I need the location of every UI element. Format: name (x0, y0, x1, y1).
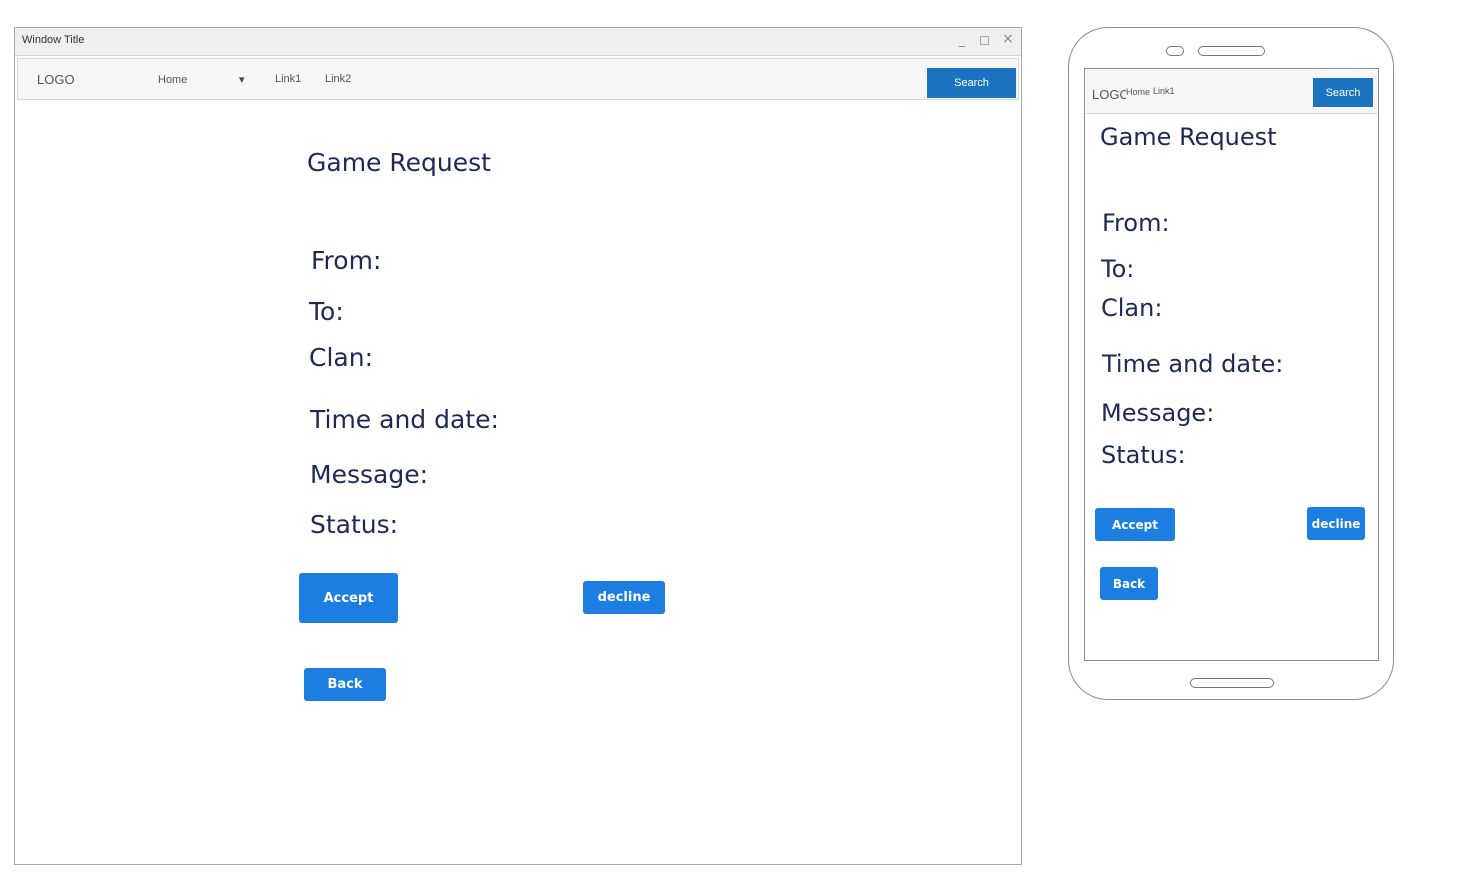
nav-link2[interactable]: Link2 (325, 73, 351, 85)
back-button[interactable]: Back (304, 668, 386, 701)
nav-link1[interactable]: Link1 (275, 73, 301, 85)
status-label: Status: (310, 510, 399, 539)
phone-device: LOGO Home Link1 Search Game Request From… (1068, 27, 1394, 700)
nav-home[interactable]: Home (158, 74, 187, 86)
title-bar: Window Title _ ☐ × (15, 28, 1021, 56)
mobile-time-date-label: Time and date: (1102, 350, 1284, 378)
mobile-from-label: From: (1102, 209, 1170, 237)
page-title: Game Request (307, 148, 491, 177)
mobile-decline-button[interactable]: decline (1307, 507, 1365, 540)
from-label: From: (311, 246, 382, 275)
mobile-page-title: Game Request (1100, 123, 1277, 151)
nav-bar: LOGO Home ▾ Link1 Link2 Search (17, 58, 1019, 100)
window-title: Window Title (22, 34, 85, 46)
search-button[interactable]: Search (927, 68, 1016, 98)
mobile-nav-home[interactable]: Home (1126, 87, 1150, 97)
clan-label: Clan: (309, 343, 373, 372)
close-icon[interactable]: × (1002, 31, 1014, 47)
message-label: Message: (310, 460, 428, 489)
mobile-to-label: To: (1101, 255, 1135, 283)
speaker-icon (1198, 46, 1265, 56)
home-button-icon[interactable] (1190, 678, 1274, 688)
mobile-logo-wrap: LOGO (1092, 84, 1126, 102)
minimize-icon[interactable]: _ (959, 32, 965, 48)
decline-button[interactable]: decline (583, 581, 665, 614)
mobile-clan-label: Clan: (1101, 294, 1163, 322)
accept-button[interactable]: Accept (299, 573, 398, 623)
logo[interactable]: LOGO (37, 72, 75, 87)
camera-icon (1166, 46, 1184, 56)
time-date-label: Time and date: (310, 405, 499, 434)
mobile-accept-button[interactable]: Accept (1095, 508, 1175, 541)
mobile-logo[interactable]: LOGO (1092, 87, 1126, 102)
phone-screen: LOGO Home Link1 Search Game Request From… (1084, 68, 1379, 661)
to-label: To: (309, 297, 344, 326)
chevron-down-icon[interactable]: ▾ (239, 73, 245, 86)
mobile-message-label: Message: (1101, 399, 1215, 427)
mobile-nav-link1[interactable]: Link1 (1153, 86, 1175, 96)
mobile-back-button[interactable]: Back (1100, 567, 1158, 600)
mobile-search-button[interactable]: Search (1313, 78, 1373, 107)
mobile-nav-bar: LOGO Home Link1 Search (1086, 70, 1377, 114)
maximize-icon[interactable]: ☐ (979, 33, 990, 49)
desktop-window: Window Title _ ☐ × LOGO Home ▾ Link1 Lin… (14, 27, 1022, 865)
mobile-status-label: Status: (1101, 441, 1186, 469)
